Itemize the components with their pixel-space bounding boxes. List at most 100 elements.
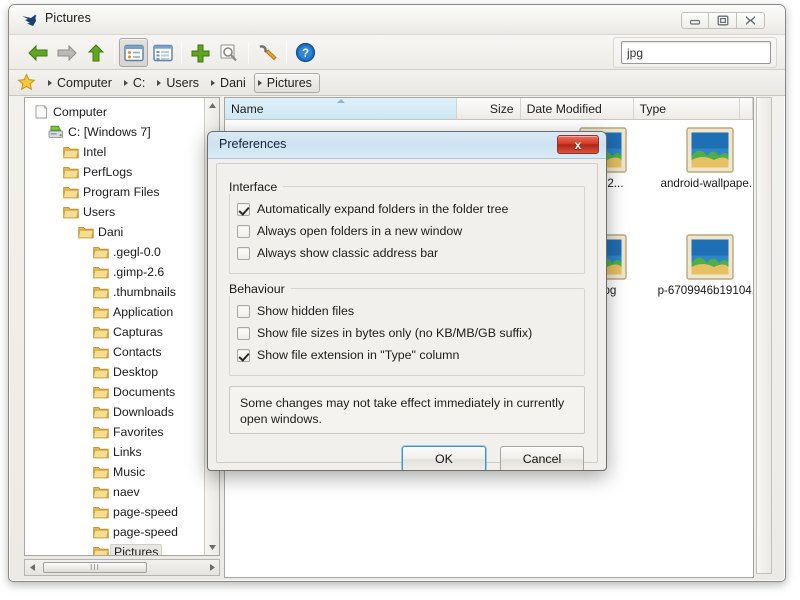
tree-item-contacts[interactable]: Contacts: [25, 342, 219, 362]
cancel-button[interactable]: Cancel: [500, 446, 584, 470]
checkbox-show-hidden-files[interactable]: Show hidden files: [237, 300, 585, 322]
scroll-left-arrow[interactable]: [25, 564, 39, 571]
file-item[interactable]: p-6709946b19104...: [657, 233, 753, 297]
toolbar-separator: [248, 41, 249, 64]
file-item[interactable]: android-wallpape...: [657, 126, 753, 190]
tree-item-c-windows-7[interactable]: C: [Windows 7]: [25, 122, 219, 142]
breadcrumb-item-4[interactable]: Pictures: [253, 72, 320, 93]
tree-item-naev[interactable]: naev: [25, 482, 219, 502]
tree-item-gimp-2-6[interactable]: .gimp-2.6: [25, 262, 219, 282]
tree-item-label: Dani: [98, 225, 124, 239]
column-header-size[interactable]: Size: [457, 98, 521, 119]
star-icon[interactable]: [17, 73, 36, 92]
tree-item-thumbnails[interactable]: .thumbnails: [25, 282, 219, 302]
folder-icon: [93, 285, 109, 300]
scroll-right-arrow[interactable]: [205, 560, 219, 575]
folder-icon: [93, 545, 109, 555]
image-thumb-icon: [683, 126, 737, 174]
minimize-button[interactable]: [681, 12, 709, 29]
find-button[interactable]: [215, 38, 244, 67]
breadcrumb-label: Pictures: [266, 75, 312, 90]
tree-item-label: PerfLogs: [83, 165, 133, 179]
checkbox-indicator[interactable]: [237, 202, 250, 216]
breadcrumb-item-3[interactable]: Dani: [207, 73, 254, 93]
tree-item-computer[interactable]: Computer: [25, 102, 219, 122]
checkbox-open-new-window[interactable]: Always open folders in a new window: [237, 220, 585, 242]
checkbox-show-file-extension[interactable]: Show file extension in "Type" column: [237, 344, 585, 366]
scroll-down-arrow[interactable]: [205, 540, 219, 555]
column-header-date-modified[interactable]: Date Modified: [521, 98, 634, 119]
tree-item-application[interactable]: Application: [25, 302, 219, 322]
tree-item-music[interactable]: Music: [25, 462, 219, 482]
preferences-close-button[interactable]: x: [557, 135, 599, 154]
toolbar-separator: [114, 41, 115, 64]
column-header-name[interactable]: Name: [225, 98, 458, 119]
tree-item-label: Capturas: [113, 325, 163, 339]
checkbox-sizes-in-bytes[interactable]: Show file sizes in bytes only (no KB/MB/…: [237, 322, 585, 344]
tree-item-links[interactable]: Links: [25, 442, 219, 462]
tree-item-label: C: [Windows 7]: [68, 125, 151, 139]
tree-item-program-files[interactable]: Program Files: [25, 182, 219, 202]
checkbox-indicator[interactable]: [237, 326, 250, 340]
tree-item-page-speed[interactable]: page-speed: [25, 502, 219, 522]
preferences-title: Preferences: [219, 137, 287, 151]
checkbox-label: Always open folders in a new window: [257, 224, 463, 238]
column-header-type[interactable]: Type: [634, 98, 740, 119]
file-list-vertical-scrollbar[interactable]: [756, 97, 772, 574]
help-button[interactable]: ?: [291, 38, 320, 67]
ok-button[interactable]: OK: [402, 446, 486, 470]
close-button[interactable]: [737, 12, 765, 29]
tree-item-label: Users: [83, 205, 116, 219]
checkbox-classic-address-bar[interactable]: Always show classic address bar: [237, 242, 585, 264]
tree-horizontal-scrollbar[interactable]: III: [24, 559, 220, 576]
tree-item-documents[interactable]: Documents: [25, 382, 219, 402]
tree-item-label: Desktop: [113, 365, 159, 379]
list-view-button[interactable]: [148, 38, 177, 67]
checkbox-auto-expand-folders[interactable]: Automatically expand folders in the fold…: [237, 198, 585, 220]
back-button[interactable]: [23, 38, 52, 67]
tree-item-page-speed[interactable]: page-speed: [25, 522, 219, 542]
tree-item-label: Music: [113, 465, 146, 479]
folder-tree[interactable]: Computer C: [Windows 7] Intel PerfLogs Progr…: [24, 97, 220, 556]
scrollbar-thumb[interactable]: III: [43, 562, 147, 573]
search-input[interactable]: [621, 41, 771, 64]
checkbox-label: Show hidden files: [257, 304, 355, 318]
tree-item-favorites[interactable]: Favorites: [25, 422, 219, 442]
column-header-label: Date Modified: [526, 101, 602, 116]
checkbox-indicator[interactable]: [237, 224, 250, 238]
breadcrumb-label: Users: [166, 75, 200, 90]
breadcrumb-item-1[interactable]: C:: [120, 73, 154, 93]
breadcrumb-item-2[interactable]: Users: [153, 73, 207, 93]
tree-item-gegl-0-0[interactable]: .gegl-0.0: [25, 242, 219, 262]
forward-button[interactable]: [52, 38, 81, 67]
breadcrumb-item-0[interactable]: Computer: [44, 73, 120, 93]
group-behaviour: Behaviour Show hidden files Show file si…: [229, 280, 585, 376]
tree-item-capturas[interactable]: Capturas: [25, 322, 219, 342]
maximize-button[interactable]: [709, 12, 737, 29]
checkbox-indicator[interactable]: [237, 304, 250, 318]
tree-item-perflogs[interactable]: PerfLogs: [25, 162, 219, 182]
new-folder-button[interactable]: [186, 38, 215, 67]
checkbox-indicator[interactable]: [237, 348, 250, 362]
tree-item-desktop[interactable]: Desktop: [25, 362, 219, 382]
tree-item-label: Program Files: [83, 185, 160, 199]
folder-icon: [93, 465, 109, 480]
tree-item-pictures[interactable]: Pictures: [25, 542, 219, 555]
folder-icon: [93, 245, 109, 260]
tree-item-users[interactable]: Users: [25, 202, 219, 222]
tools-button[interactable]: [253, 38, 282, 67]
up-button[interactable]: [81, 38, 110, 67]
folder-icon: [63, 165, 79, 180]
tree-item-downloads[interactable]: Downloads: [25, 402, 219, 422]
folder-icon: [78, 225, 94, 240]
preferences-titlebar: Preferences x: [208, 132, 606, 159]
scroll-up-arrow[interactable]: [205, 98, 219, 113]
checkbox-indicator[interactable]: [237, 246, 250, 260]
tree-item-dani[interactable]: Dani: [25, 222, 219, 242]
tree-item-label: .gimp-2.6: [113, 265, 165, 279]
tree-item-intel[interactable]: Intel: [25, 142, 219, 162]
breadcrumb-label: Computer: [57, 75, 112, 90]
folder-icon: [93, 485, 109, 500]
icon-view-button[interactable]: [119, 38, 148, 67]
tree-item-label: page-speed: [113, 525, 178, 539]
